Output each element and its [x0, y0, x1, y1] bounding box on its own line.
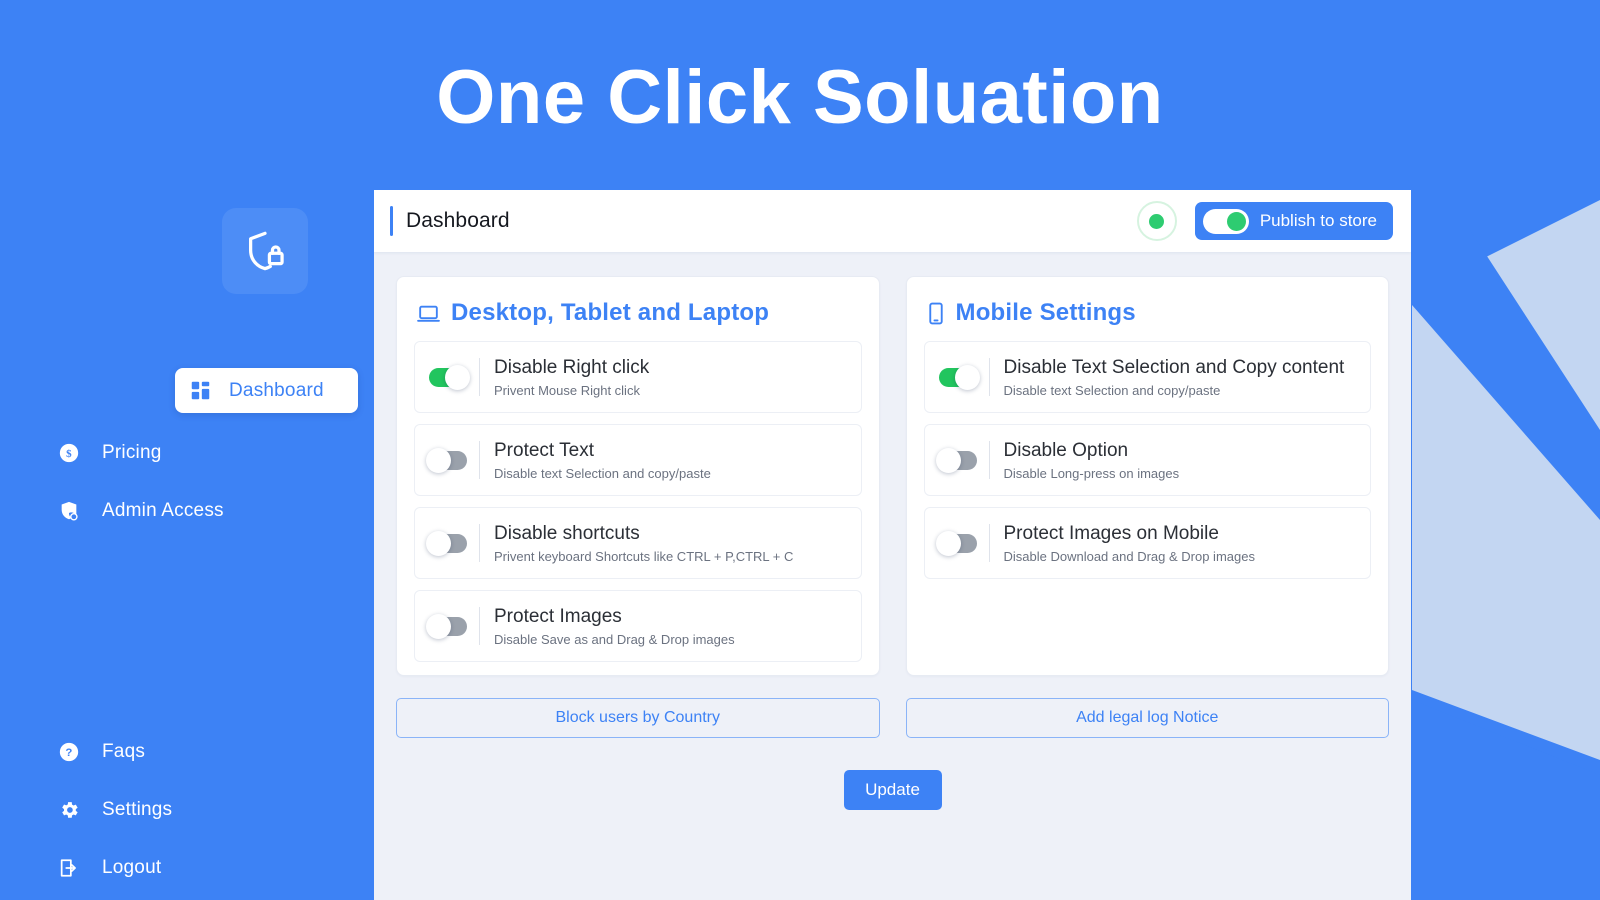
sidebar-item-logout[interactable]: Logout [0, 844, 374, 892]
row-divider [479, 524, 480, 562]
status-dot-icon [1149, 213, 1165, 229]
setting-subtitle: Disable Long-press on images [1003, 466, 1180, 482]
setting-row[interactable]: Disable Text Selection and Copy content … [923, 341, 1371, 413]
add-legal-log-notice-button[interactable]: Add legal log Notice [905, 698, 1389, 738]
shield-lock-icon [242, 228, 288, 274]
row-divider [479, 441, 480, 479]
main-content: Dashboard Publish to store Desktop, Tabl… [374, 190, 1411, 900]
content-topbar: Dashboard Publish to store [374, 190, 1411, 252]
setting-row[interactable]: Protect Images on Mobile Disable Downloa… [923, 507, 1371, 579]
setting-title: Disable Right click [494, 356, 650, 378]
mobile-phone-icon [926, 301, 946, 326]
row-divider [988, 524, 990, 562]
page-title: One Click Soluation [436, 55, 1164, 140]
logout-arrow-icon [56, 855, 82, 881]
setting-subtitle: Privent Mouse Right click [494, 383, 640, 399]
setting-row[interactable]: Protect Text Disable text Selection and … [414, 424, 862, 496]
toggle-disable-option[interactable] [935, 447, 977, 473]
mobile-column: Mobile Settings Disable Text Selection a… [905, 276, 1389, 738]
title-accent-bar [390, 206, 393, 236]
toggle-knob [426, 613, 451, 639]
shield-user-icon [56, 498, 82, 524]
sidebar-item-label: Faqs [102, 741, 146, 762]
status-badge [1136, 201, 1177, 241]
toggle-protect-images[interactable] [426, 613, 467, 639]
toggle-knob [426, 447, 451, 473]
setting-subtitle: Privent keyboard Shortcuts like CTRL + P… [494, 549, 794, 565]
sidebar-item-faqs[interactable]: ? Faqs [0, 728, 374, 776]
setting-subtitle: Disable text Selection and copy/paste [1003, 383, 1221, 399]
sidebar-item-label: Admin Access [102, 500, 224, 521]
toggle-protect-images-mobile[interactable] [935, 530, 977, 556]
toggle-disable-text-selection[interactable] [938, 364, 980, 390]
dollar-circle-icon: $ [56, 440, 82, 466]
settings-columns: Desktop, Tablet and Laptop Disable Right… [374, 252, 1411, 738]
laptop-icon [416, 301, 441, 326]
sidebar-item-label: Logout [102, 857, 162, 878]
setting-subtitle: Disable text Selection and copy/paste [494, 466, 711, 482]
toggle-knob [445, 364, 470, 390]
setting-row[interactable]: Disable shortcuts Privent keyboard Short… [414, 507, 862, 579]
setting-title: Protect Images [494, 605, 622, 627]
setting-title: Protect Images on Mobile [1003, 522, 1219, 544]
publish-toggle[interactable] [1202, 208, 1249, 234]
setting-row[interactable]: Disable Right click Privent Mouse Right … [414, 341, 862, 413]
question-circle-icon: ? [56, 739, 82, 765]
logo [222, 208, 308, 294]
sidebar-item-label: Settings [102, 799, 173, 820]
row-divider [988, 358, 990, 396]
update-button[interactable]: Update [843, 770, 942, 810]
grid-dashboard-icon [187, 378, 213, 404]
topbar-actions: Publish to store [1136, 201, 1393, 241]
toggle-disable-shortcuts[interactable] [426, 530, 467, 556]
row-divider [479, 607, 480, 645]
toggle-knob [1226, 211, 1246, 231]
publish-to-store-button[interactable]: Publish to store [1194, 202, 1393, 240]
sidebar-item-admin-access[interactable]: Admin Access [0, 487, 374, 535]
desktop-column: Desktop, Tablet and Laptop Disable Right… [396, 276, 880, 738]
gear-icon [56, 797, 82, 823]
desktop-panel-header: Desktop, Tablet and Laptop [416, 299, 862, 327]
row-divider [988, 441, 990, 479]
sidebar-nav-secondary: ? Faqs Settings Logout [0, 728, 374, 892]
setting-row[interactable]: Protect Images Disable Save as and Drag … [414, 590, 862, 662]
toggle-knob [954, 364, 980, 390]
toggle-protect-text[interactable] [426, 447, 467, 473]
row-divider [479, 358, 480, 396]
setting-subtitle: Disable Download and Drag & Drop images [1003, 549, 1255, 565]
footer-actions: Update [374, 770, 1411, 810]
setting-row[interactable]: Disable Option Disable Long-press on ima… [923, 424, 1371, 496]
setting-subtitle: Disable Save as and Drag & Drop images [494, 632, 735, 648]
sidebar-item-dashboard[interactable]: Dashboard [175, 368, 358, 413]
sidebar-item-label: Pricing [102, 442, 162, 463]
desktop-settings-panel: Desktop, Tablet and Laptop Disable Right… [396, 276, 880, 676]
toggle-knob [426, 530, 451, 556]
sidebar: Dashboard $ Pricing Admin Access ? Faqs … [0, 0, 374, 900]
sidebar-nav-primary: Dashboard $ Pricing Admin Access [0, 368, 374, 535]
svg-text:$: $ [66, 448, 72, 460]
toggle-knob [935, 447, 961, 473]
setting-title: Disable shortcuts [494, 522, 640, 544]
setting-title: Disable Text Selection and Copy content [1003, 356, 1345, 378]
block-users-by-country-button[interactable]: Block users by Country [396, 698, 880, 738]
desktop-panel-title: Desktop, Tablet and Laptop [451, 299, 770, 326]
breadcrumb-title: Dashboard [406, 209, 510, 232]
toggle-knob [935, 530, 961, 556]
toggle-disable-right-click[interactable] [429, 364, 470, 390]
sidebar-item-settings[interactable]: Settings [0, 786, 374, 834]
mobile-panel-header: Mobile Settings [926, 299, 1372, 327]
sidebar-item-pricing[interactable]: $ Pricing [0, 429, 374, 477]
mobile-settings-panel: Mobile Settings Disable Text Selection a… [905, 276, 1389, 676]
setting-title: Disable Option [1003, 439, 1129, 461]
mobile-panel-title: Mobile Settings [955, 299, 1136, 326]
sidebar-item-label: Dashboard [229, 379, 324, 401]
svg-text:?: ? [65, 747, 72, 759]
publish-label: Publish to store [1259, 211, 1377, 230]
app-root: One Click Soluation Dashboard $ Pricing … [0, 0, 1600, 900]
setting-title: Protect Text [494, 439, 594, 461]
